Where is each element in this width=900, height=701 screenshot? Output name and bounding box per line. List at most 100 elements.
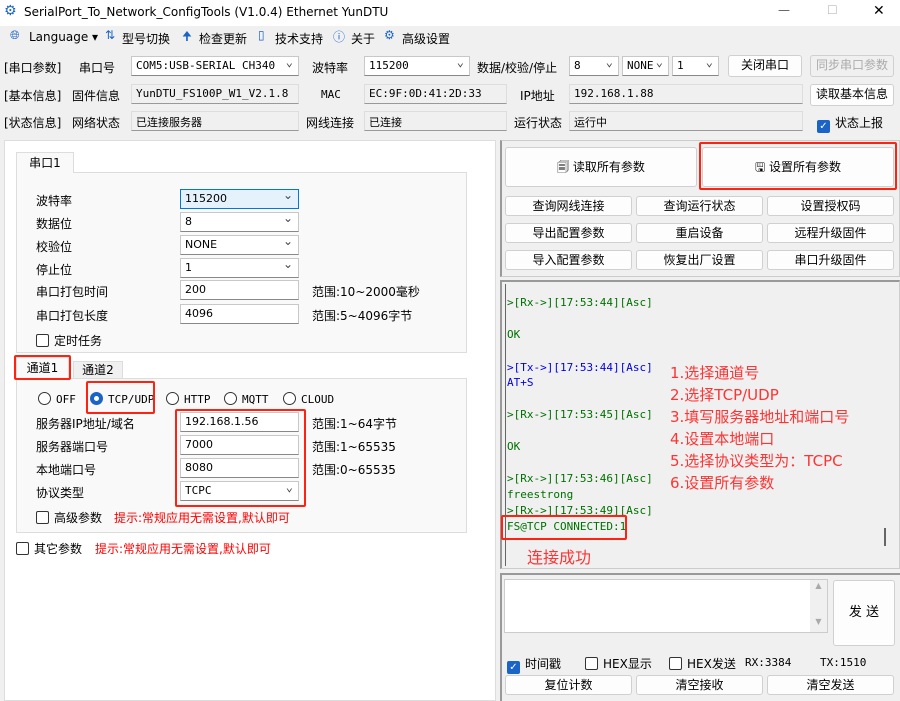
clear-receive-button[interactable]: 清空接收 — [636, 675, 763, 695]
log-line: >[Rx->][17:53:44][Asc] — [507, 296, 653, 309]
mode-label: CLOUD — [301, 393, 335, 406]
sync-port-params-button[interactable]: 同步串口参数 — [810, 55, 894, 77]
tab-uart1[interactable]: 串口1 — [16, 152, 74, 173]
stop-bits-select[interactable]: 1 — [672, 56, 719, 76]
uart-select[interactable]: 8 — [180, 212, 299, 232]
action-button[interactable]: 查询运行状态 — [636, 196, 763, 216]
tcp-udp-highlight — [86, 381, 155, 414]
log-line: OK — [507, 440, 521, 453]
model-switch-button[interactable]: 型号切换 — [122, 30, 170, 47]
read-all-params-button[interactable]: 🗐︎ 读取所有参数 — [505, 147, 697, 187]
tab-channel2[interactable]: 通道2 — [73, 361, 123, 379]
instruction-step: 1.选择通道号 — [670, 364, 760, 382]
mode-radio-mqtt[interactable]: MQTT — [224, 392, 269, 406]
log-line: >[Tx->][17:53:44][Asc] — [507, 361, 653, 374]
channel-range: 范围:0~65535 — [312, 463, 396, 477]
uart-input[interactable]: 4096 — [180, 304, 299, 324]
close-button[interactable]: ✕ — [873, 3, 885, 19]
log-scrollbar[interactable] — [884, 528, 886, 546]
uart-row-label: 校验位 — [36, 240, 73, 254]
read-icon: 🗐︎ — [557, 160, 573, 174]
timestamp-checkbox[interactable]: ✓ 时间戳 — [507, 655, 561, 674]
data-bits-select[interactable]: 8 — [569, 56, 619, 76]
rx-count: RX:3384 — [745, 656, 792, 669]
uart-select[interactable]: NONE — [180, 235, 299, 255]
baud-label: 波特率 — [312, 61, 349, 75]
action-button[interactable]: 重启设备 — [636, 223, 763, 243]
uart-input[interactable]: 200 — [180, 280, 299, 300]
action-button[interactable]: 设置授权码 — [767, 196, 894, 216]
uart-row-label: 串口打包长度 — [36, 309, 109, 323]
log-line: freestrong — [507, 488, 574, 501]
app-logo-icon: ⚙ — [4, 3, 17, 19]
check-update-button[interactable]: 检查更新 — [199, 30, 247, 47]
maximize-button[interactable]: ☐ — [827, 3, 838, 17]
tech-support-button[interactable]: 技术支持 — [275, 30, 323, 47]
timer-task-checkbox[interactable]: 定时任务 — [36, 332, 102, 349]
cable-value: 已连接 — [364, 111, 507, 131]
switch-icon: ⇅ — [105, 28, 116, 42]
action-button[interactable]: 串口升级固件 — [767, 250, 894, 270]
other-hint: 提示:常规应用无需设置,默认即可 — [95, 542, 271, 556]
channel-range: 范围:1~65535 — [312, 440, 396, 454]
hex-send-checkbox[interactable]: HEX发送 — [669, 655, 736, 672]
action-button[interactable]: 恢复出厂设置 — [636, 250, 763, 270]
uart-row-label: 波特率 — [36, 194, 73, 208]
minimize-button[interactable]: — — [778, 3, 790, 17]
mode-radio-off[interactable]: OFF — [38, 392, 76, 406]
hex-send-label: HEX发送 — [687, 657, 736, 671]
log-line: OK — [507, 328, 521, 341]
instruction-step: 2.选择TCP/UDP — [670, 386, 779, 404]
status-report-checkbox[interactable]: ✓ 状态上报 — [817, 114, 883, 133]
channel-range: 范围:1~64字节 — [312, 417, 398, 431]
uart-range: 范围:5~4096字节 — [312, 309, 413, 323]
instruction-step: 3.填写服务器地址和端口号 — [670, 408, 850, 426]
toolbar: 🌐︎ Language ▾ ⇅ 型号切换 🠉 检查更新 ▯ 技术支持 ⓘ 关于 … — [0, 26, 900, 48]
action-button[interactable]: 远程升级固件 — [767, 223, 894, 243]
instruction-step: 4.设置本地端口 — [670, 430, 775, 448]
upload-icon: 🠉 — [182, 29, 192, 43]
action-button[interactable]: 导出配置参数 — [505, 223, 632, 243]
about-button[interactable]: 关于 — [351, 30, 375, 47]
server-fields-highlight — [175, 409, 306, 507]
port-label: 串口号 — [79, 61, 116, 75]
log-line: AT+S — [507, 376, 534, 389]
advanced-hint: 提示:常规应用无需设置,默认即可 — [114, 511, 290, 525]
action-button[interactable]: 导入配置参数 — [505, 250, 632, 270]
hex-display-label: HEX显示 — [603, 657, 652, 671]
mode-label: HTTP — [184, 393, 211, 406]
gear-icon: ⚙ — [384, 28, 395, 42]
close-port-button[interactable]: 关闭串口 — [728, 55, 802, 77]
uart-select[interactable]: 115200 — [180, 189, 299, 209]
send-textarea[interactable] — [504, 579, 828, 633]
clear-send-button[interactable]: 清空发送 — [767, 675, 894, 695]
tx-count: TX:1510 — [820, 656, 867, 669]
timer-task-label: 定时任务 — [54, 334, 103, 348]
globe-icon: 🌐︎ — [10, 28, 20, 42]
mode-label: OFF — [56, 393, 76, 406]
reset-count-button[interactable]: 复位计数 — [505, 675, 632, 695]
hex-display-checkbox[interactable]: HEX显示 — [585, 655, 652, 672]
mode-radio-cloud[interactable]: CLOUD — [283, 392, 334, 406]
other-params-checkbox[interactable]: 其它参数 — [16, 540, 82, 557]
mode-radio-http[interactable]: HTTP — [166, 392, 211, 406]
parity-select[interactable]: NONE — [622, 56, 669, 76]
advanced-settings-button[interactable]: 高级设置 — [402, 30, 450, 47]
check-icon: ✓ — [817, 120, 830, 133]
action-button[interactable]: 查询网线连接 — [505, 196, 632, 216]
language-menu[interactable]: Language ▾ — [29, 30, 98, 44]
port-select[interactable]: COM5:USB-SERIAL CH340 — [131, 56, 299, 76]
uart-row-label: 停止位 — [36, 263, 73, 277]
read-all-label: 读取所有参数 — [572, 160, 645, 174]
baud-select[interactable]: 115200 — [364, 56, 470, 76]
advanced-params-checkbox[interactable]: 高级参数 — [36, 509, 102, 526]
send-scrollbar[interactable]: ▲ ▼ — [810, 580, 827, 632]
firmware-value: YunDTU_FS100P_W1_V2.1.8 — [131, 84, 299, 104]
send-button[interactable]: 发 送 — [833, 580, 895, 646]
firmware-label: 固件信息 — [72, 89, 121, 103]
set-all-highlight — [699, 142, 897, 190]
ip-value: 192.168.1.88 — [569, 84, 803, 104]
uart-select[interactable]: 1 — [180, 258, 299, 278]
channel-tab-highlight — [14, 355, 71, 380]
read-basic-info-button[interactable]: 读取基本信息 — [810, 84, 894, 106]
